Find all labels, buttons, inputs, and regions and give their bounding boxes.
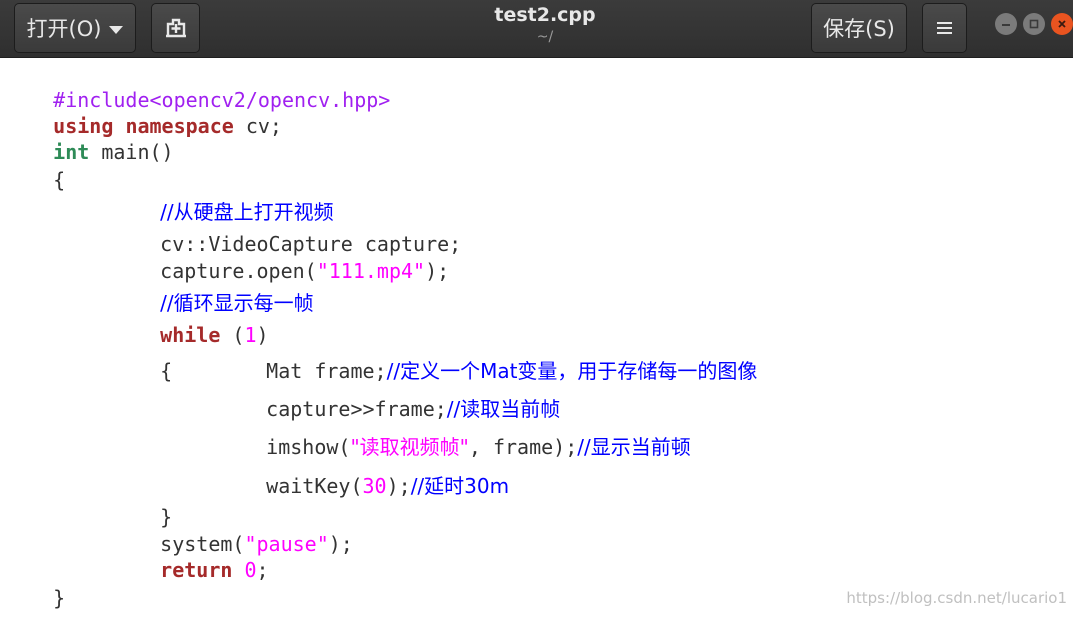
code-keyword: return	[160, 558, 233, 582]
open-button[interactable]: 打开(O)	[14, 3, 136, 53]
code-text: cv;	[233, 114, 282, 138]
close-button[interactable]	[1051, 13, 1073, 35]
minimize-button[interactable]	[995, 13, 1017, 35]
minimize-icon	[1002, 24, 1010, 26]
code-editor[interactable]: #include<opencv2/opencv.hpp> using names…	[0, 59, 1073, 613]
hamburger-menu-icon	[937, 19, 952, 37]
caret-down-icon	[109, 25, 124, 34]
code-text: waitKey(	[266, 474, 363, 498]
code-line: {	[112, 332, 172, 410]
code-number: 30	[362, 474, 387, 498]
code-text: );	[425, 259, 450, 283]
save-button-label: 保存(S)	[823, 17, 895, 41]
code-text: }	[53, 586, 66, 610]
code-number: 0	[244, 558, 257, 582]
close-icon	[1058, 20, 1066, 28]
watermark: https://blog.csdn.net/lucario1	[846, 589, 1067, 607]
code-text: );	[386, 474, 411, 498]
code-comment: //显示当前顿	[577, 435, 691, 459]
code-text: );	[328, 532, 353, 556]
hamburger-menu-button[interactable]	[922, 3, 967, 53]
window-title: test2.cpp	[494, 4, 596, 26]
new-tab-icon	[165, 18, 186, 38]
code-text: {	[160, 359, 173, 383]
open-button-label: 打开(O)	[26, 17, 102, 41]
window-subtitle: ~/	[536, 29, 554, 45]
code-line: {	[5, 141, 65, 219]
code-line: return 0;	[112, 531, 269, 609]
window-title-block: test2.cpp ~/	[440, 2, 650, 46]
save-button[interactable]: 保存(S)	[811, 3, 907, 53]
maximize-icon	[1029, 19, 1039, 29]
maximize-button[interactable]	[1023, 13, 1045, 35]
code-comment: //延时30m	[410, 474, 510, 498]
header-bar: 打开(O) test2.cpp ~/ 保存(S)	[0, 0, 1073, 58]
code-text: {	[53, 168, 66, 192]
code-line: }	[5, 559, 65, 637]
code-string: "111.mp4"	[316, 259, 426, 283]
code-text: ;	[256, 558, 269, 582]
code-text: main()	[89, 140, 174, 164]
new-tab-button[interactable]	[151, 3, 200, 53]
